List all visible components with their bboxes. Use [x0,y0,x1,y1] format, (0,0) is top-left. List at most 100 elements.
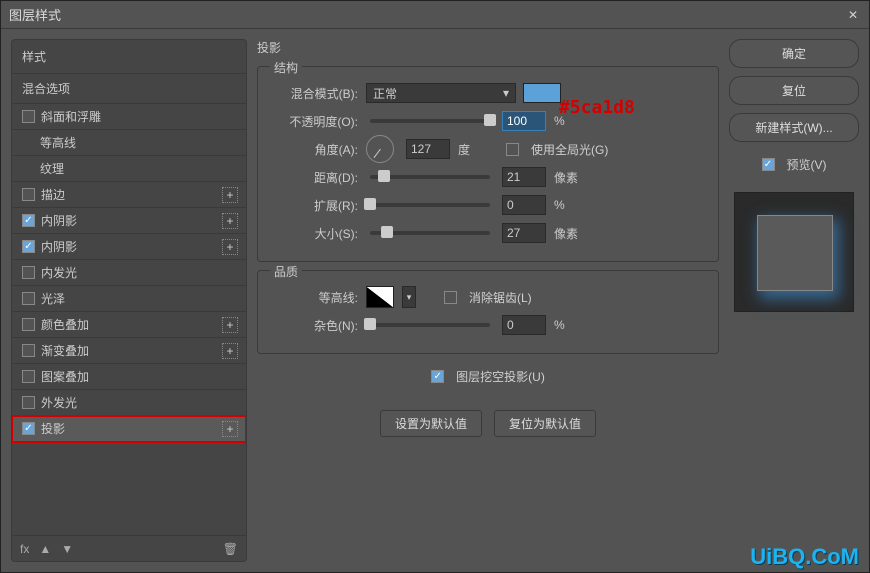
effect-label: 颜色叠加 [41,316,222,333]
effect-checkbox[interactable] [22,188,35,201]
effect-checkbox[interactable]: ✓ [22,422,35,435]
plus-icon[interactable]: + [222,213,238,229]
sidebar-item-10[interactable]: 图案叠加 [12,364,246,390]
effect-checkbox[interactable] [22,318,35,331]
noise-unit: % [554,318,594,332]
knockout-label: 图层挖空投影(U) [456,368,545,385]
plus-icon[interactable]: + [222,421,238,437]
effect-checkbox[interactable] [22,344,35,357]
sidebar-item-8[interactable]: 颜色叠加+ [12,312,246,338]
opacity-value[interactable]: 100 [502,111,546,131]
sidebar-item-2[interactable]: 纹理 [12,156,246,182]
spread-value[interactable]: 0 [502,195,546,215]
effect-label: 内阴影 [41,238,222,255]
opacity-slider[interactable] [370,119,490,123]
sidebar-item-12[interactable]: ✓投影+ [12,416,246,442]
distance-slider[interactable] [370,175,490,179]
ok-button[interactable]: 确定 [729,39,859,68]
effect-label: 渐变叠加 [41,342,222,359]
sidebar-item-1[interactable]: 等高线 [12,130,246,156]
plus-icon[interactable]: + [222,187,238,203]
angle-label: 角度(A): [272,141,358,158]
cancel-button[interactable]: 复位 [729,76,859,105]
distance-label: 距离(D): [272,169,358,186]
make-default-button[interactable]: 设置为默认值 [380,410,482,437]
effect-checkbox[interactable] [22,396,35,409]
blend-mode-select[interactable]: 正常 ▾ [366,83,516,103]
sidebar-item-3[interactable]: 描边+ [12,182,246,208]
noise-label: 杂色(N): [272,317,358,334]
contour-label: 等高线: [272,289,358,306]
sidebar-item-7[interactable]: 光泽 [12,286,246,312]
structure-fieldset: 结构 混合模式(B): 正常 ▾ 不透明度(O): 100 % 角度 [257,66,719,262]
reset-default-button[interactable]: 复位为默认值 [494,410,596,437]
distance-value[interactable]: 21 [502,167,546,187]
size-slider[interactable] [370,231,490,235]
effect-label: 图案叠加 [41,368,238,385]
effect-label: 内阴影 [41,212,222,229]
blend-mode-label: 混合模式(B): [272,85,358,102]
window-title: 图层样式 [9,5,845,24]
sidebar-item-6[interactable]: 内发光 [12,260,246,286]
opacity-label: 不透明度(O): [272,113,358,130]
spread-unit: % [554,198,594,212]
knockout-checkbox[interactable]: ✓ [431,370,444,383]
structure-legend: 结构 [270,59,302,76]
noise-slider[interactable] [370,323,490,327]
effect-checkbox[interactable]: ✓ [22,240,35,253]
effect-checkbox[interactable] [22,370,35,383]
sidebar-item-11[interactable]: 外发光 [12,390,246,416]
effects-list: 斜面和浮雕等高线纹理描边+✓内阴影+✓内阴影+内发光光泽颜色叠加+渐变叠加+图案… [12,104,246,535]
arrow-up-icon[interactable]: ▲ [39,542,51,556]
global-light-label: 使用全局光(G) [531,141,608,158]
effect-label: 描边 [41,186,222,203]
antialias-checkbox[interactable] [444,291,457,304]
contour-dropdown[interactable]: ▾ [402,286,416,308]
trash-icon[interactable]: 🗑 [223,542,238,556]
watermark: UiBQ.CoM [750,544,859,570]
titlebar: 图层样式 ✕ [1,1,869,29]
spread-slider[interactable] [370,203,490,207]
angle-unit: 度 [458,141,498,158]
preview-checkbox[interactable]: ✓ [762,158,775,171]
styles-sidebar: 样式 混合选项 斜面和浮雕等高线纹理描边+✓内阴影+✓内阴影+内发光光泽颜色叠加… [11,39,247,562]
preview-swatch [757,215,833,291]
layer-style-dialog: 图层样式 ✕ 样式 混合选项 斜面和浮雕等高线纹理描边+✓内阴影+✓内阴影+内发… [0,0,870,573]
blend-options-header[interactable]: 混合选项 [12,73,246,104]
panel-title: 投影 [257,39,719,56]
shadow-color-swatch[interactable] [523,83,561,103]
antialias-label: 消除锯齿(L) [469,289,532,306]
effect-checkbox[interactable]: ✓ [22,214,35,227]
global-light-checkbox[interactable] [506,143,519,156]
sidebar-item-9[interactable]: 渐变叠加+ [12,338,246,364]
close-icon[interactable]: ✕ [845,7,861,23]
sidebar-item-4[interactable]: ✓ 内阴影+ [12,208,246,234]
plus-icon[interactable]: + [222,317,238,333]
size-label: 大小(S): [272,225,358,242]
chevron-down-icon: ▾ [503,86,509,100]
effect-checkbox[interactable] [22,292,35,305]
plus-icon[interactable]: + [222,239,238,255]
dialog-body: 样式 混合选项 斜面和浮雕等高线纹理描边+✓内阴影+✓内阴影+内发光光泽颜色叠加… [1,29,869,572]
sidebar-item-5[interactable]: ✓ 内阴影+ [12,234,246,260]
preview-label: 预览(V) [787,156,827,173]
arrow-down-icon[interactable]: ▼ [61,542,73,556]
effect-checkbox[interactable] [22,110,35,123]
size-unit: 像素 [554,225,594,242]
contour-picker[interactable] [366,286,394,308]
angle-value[interactable]: 127 [406,139,450,159]
quality-fieldset: 品质 等高线: ▾ 消除锯齿(L) 杂色(N): 0 % [257,270,719,354]
plus-icon[interactable]: + [222,343,238,359]
effect-checkbox[interactable] [22,266,35,279]
effect-label: 等高线 [40,134,238,151]
sidebar-item-0[interactable]: 斜面和浮雕 [12,104,246,130]
noise-value[interactable]: 0 [502,315,546,335]
size-value[interactable]: 27 [502,223,546,243]
effect-label: 内发光 [41,264,238,281]
angle-dial[interactable] [366,135,394,163]
distance-unit: 像素 [554,169,594,186]
preview-box [734,192,854,312]
styles-header[interactable]: 样式 [12,40,246,73]
new-style-button[interactable]: 新建样式(W)... [729,113,859,142]
fx-icon[interactable]: fx [20,542,29,556]
